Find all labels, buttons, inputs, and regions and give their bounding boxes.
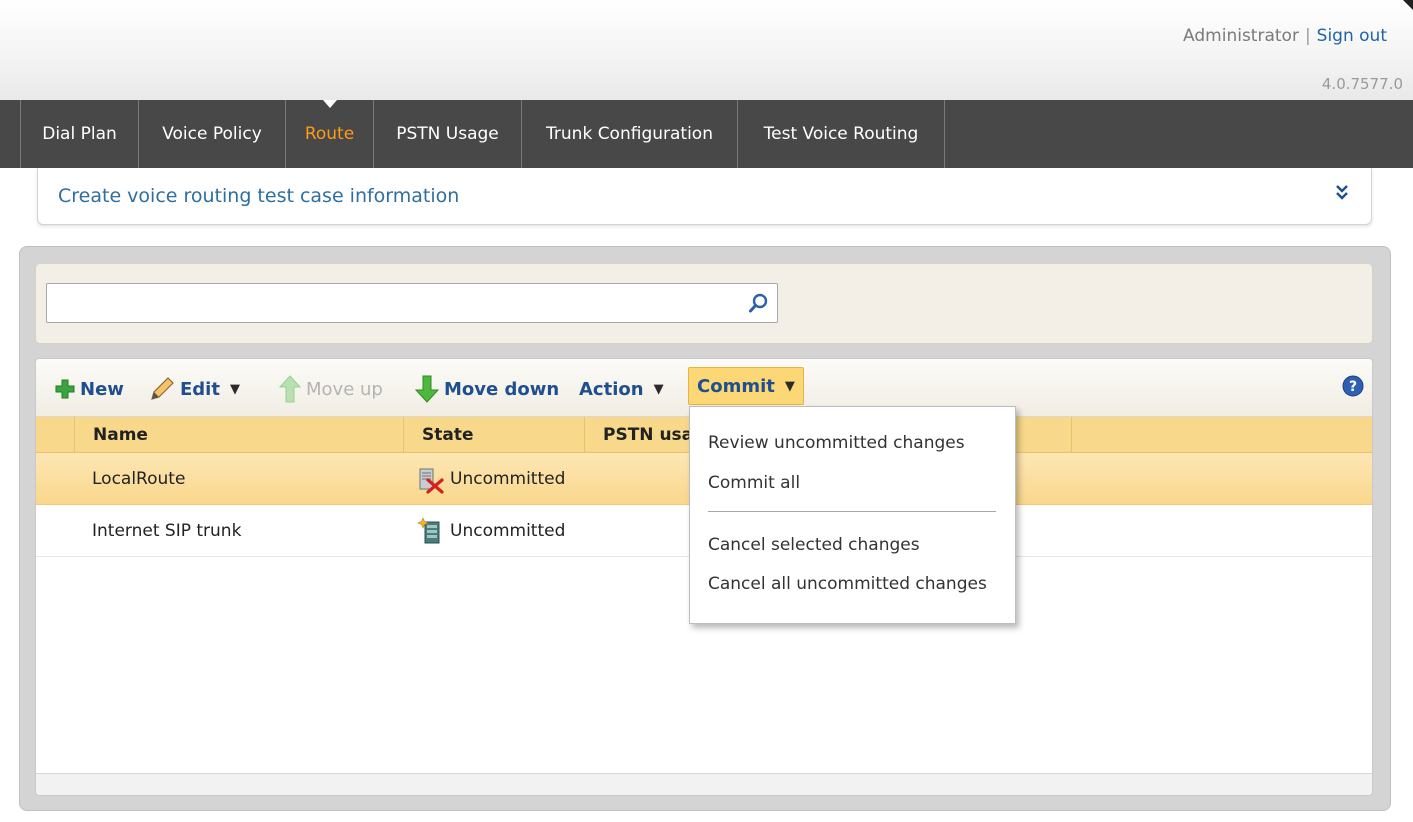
route-state: Uncommitted [416, 453, 565, 505]
tab-voice-policy[interactable]: Voice Policy [139, 100, 286, 168]
svg-text:?: ? [1349, 379, 1357, 395]
menu-item-cancel-all-uncommitted-changes[interactable]: Cancel all uncommitted changes [708, 574, 987, 594]
top-header: Administrator | Sign out 4.0.7577.0 [0, 0, 1413, 100]
edit-button-label: Edit [180, 378, 220, 400]
tab-dial-plan[interactable]: Dial Plan [21, 100, 139, 168]
column-header-name[interactable]: Name [74, 417, 403, 453]
corner-mark [1403, 0, 1413, 10]
tab-trunk-configuration[interactable]: Trunk Configuration [522, 100, 738, 168]
pencil-icon [151, 377, 174, 400]
route-state: Uncommitted [416, 505, 565, 557]
user-area: Administrator | Sign out [1183, 26, 1387, 46]
chevron-down-icon: ▼ [229, 381, 240, 397]
commit-button[interactable]: Commit ▼ [688, 367, 804, 405]
move-up-button[interactable]: Move up [278, 373, 383, 405]
tab-label: Dial Plan [42, 124, 117, 144]
route-name: Internet SIP trunk [92, 521, 242, 541]
move-down-button-label: Move down [444, 378, 560, 400]
tab-label: PSTN Usage [396, 124, 499, 144]
commit-button-label: Commit [697, 375, 775, 397]
menu-item-review-uncommitted-changes[interactable]: Review uncommitted changes [708, 433, 965, 453]
deleted-item-icon [419, 468, 444, 494]
plus-icon [55, 379, 75, 399]
menu-item-commit-all[interactable]: Commit all [708, 473, 800, 493]
tab-label: Trunk Configuration [546, 124, 713, 144]
route-state-label: Uncommitted [450, 521, 566, 541]
tab-test-voice-routing[interactable]: Test Voice Routing [738, 100, 945, 168]
version-label: 4.0.7577.0 [1321, 75, 1403, 93]
arrow-up-icon [278, 375, 302, 403]
active-tab-indicator [322, 100, 337, 108]
help-icon[interactable]: ? [1342, 375, 1364, 397]
user-name: Administrator [1183, 26, 1299, 46]
new-button-label: New [80, 378, 124, 400]
arrow-down-icon [414, 375, 440, 403]
tab-route[interactable]: Route [286, 100, 374, 168]
new-item-icon [417, 517, 440, 544]
info-bar[interactable]: Create voice routing test case informati… [37, 168, 1372, 225]
main-nav: Dial Plan Voice Policy Route PSTN Usage … [0, 100, 1413, 168]
tab-label: Test Voice Routing [763, 124, 919, 144]
route-state-label: Uncommitted [450, 469, 566, 489]
tab-label: Voice Policy [162, 124, 262, 144]
row-selector-header [36, 417, 74, 453]
column-header-empty [1071, 417, 1373, 453]
route-name: LocalRoute [92, 469, 186, 489]
edit-button[interactable]: Edit ▼ [148, 373, 240, 405]
search-icon[interactable] [748, 292, 770, 314]
move-up-button-label: Move up [306, 378, 383, 400]
new-button[interactable]: New [54, 373, 124, 405]
action-button-label: Action [579, 378, 644, 400]
menu-separator [708, 511, 996, 512]
move-down-button[interactable]: Move down [414, 373, 559, 405]
grid-footer [36, 773, 1372, 795]
search-input[interactable] [46, 283, 778, 323]
user-separator: | [1304, 26, 1311, 46]
action-button[interactable]: Action ▼ [579, 373, 664, 405]
tab-pstn-usage[interactable]: PSTN Usage [374, 100, 522, 168]
tab-label: Route [304, 124, 355, 144]
info-bar-text[interactable]: Create voice routing test case informati… [58, 185, 459, 207]
chevron-down-icon: ▼ [784, 378, 795, 394]
menu-item-cancel-selected-changes[interactable]: Cancel selected changes [708, 535, 920, 555]
commit-dropdown-menu: Review uncommitted changes Commit all Ca… [689, 406, 1016, 624]
double-chevron-down-icon[interactable] [1335, 182, 1349, 204]
column-header-state[interactable]: State [403, 417, 584, 453]
chevron-down-icon: ▼ [653, 381, 664, 397]
sign-out-link[interactable]: Sign out [1317, 26, 1387, 46]
